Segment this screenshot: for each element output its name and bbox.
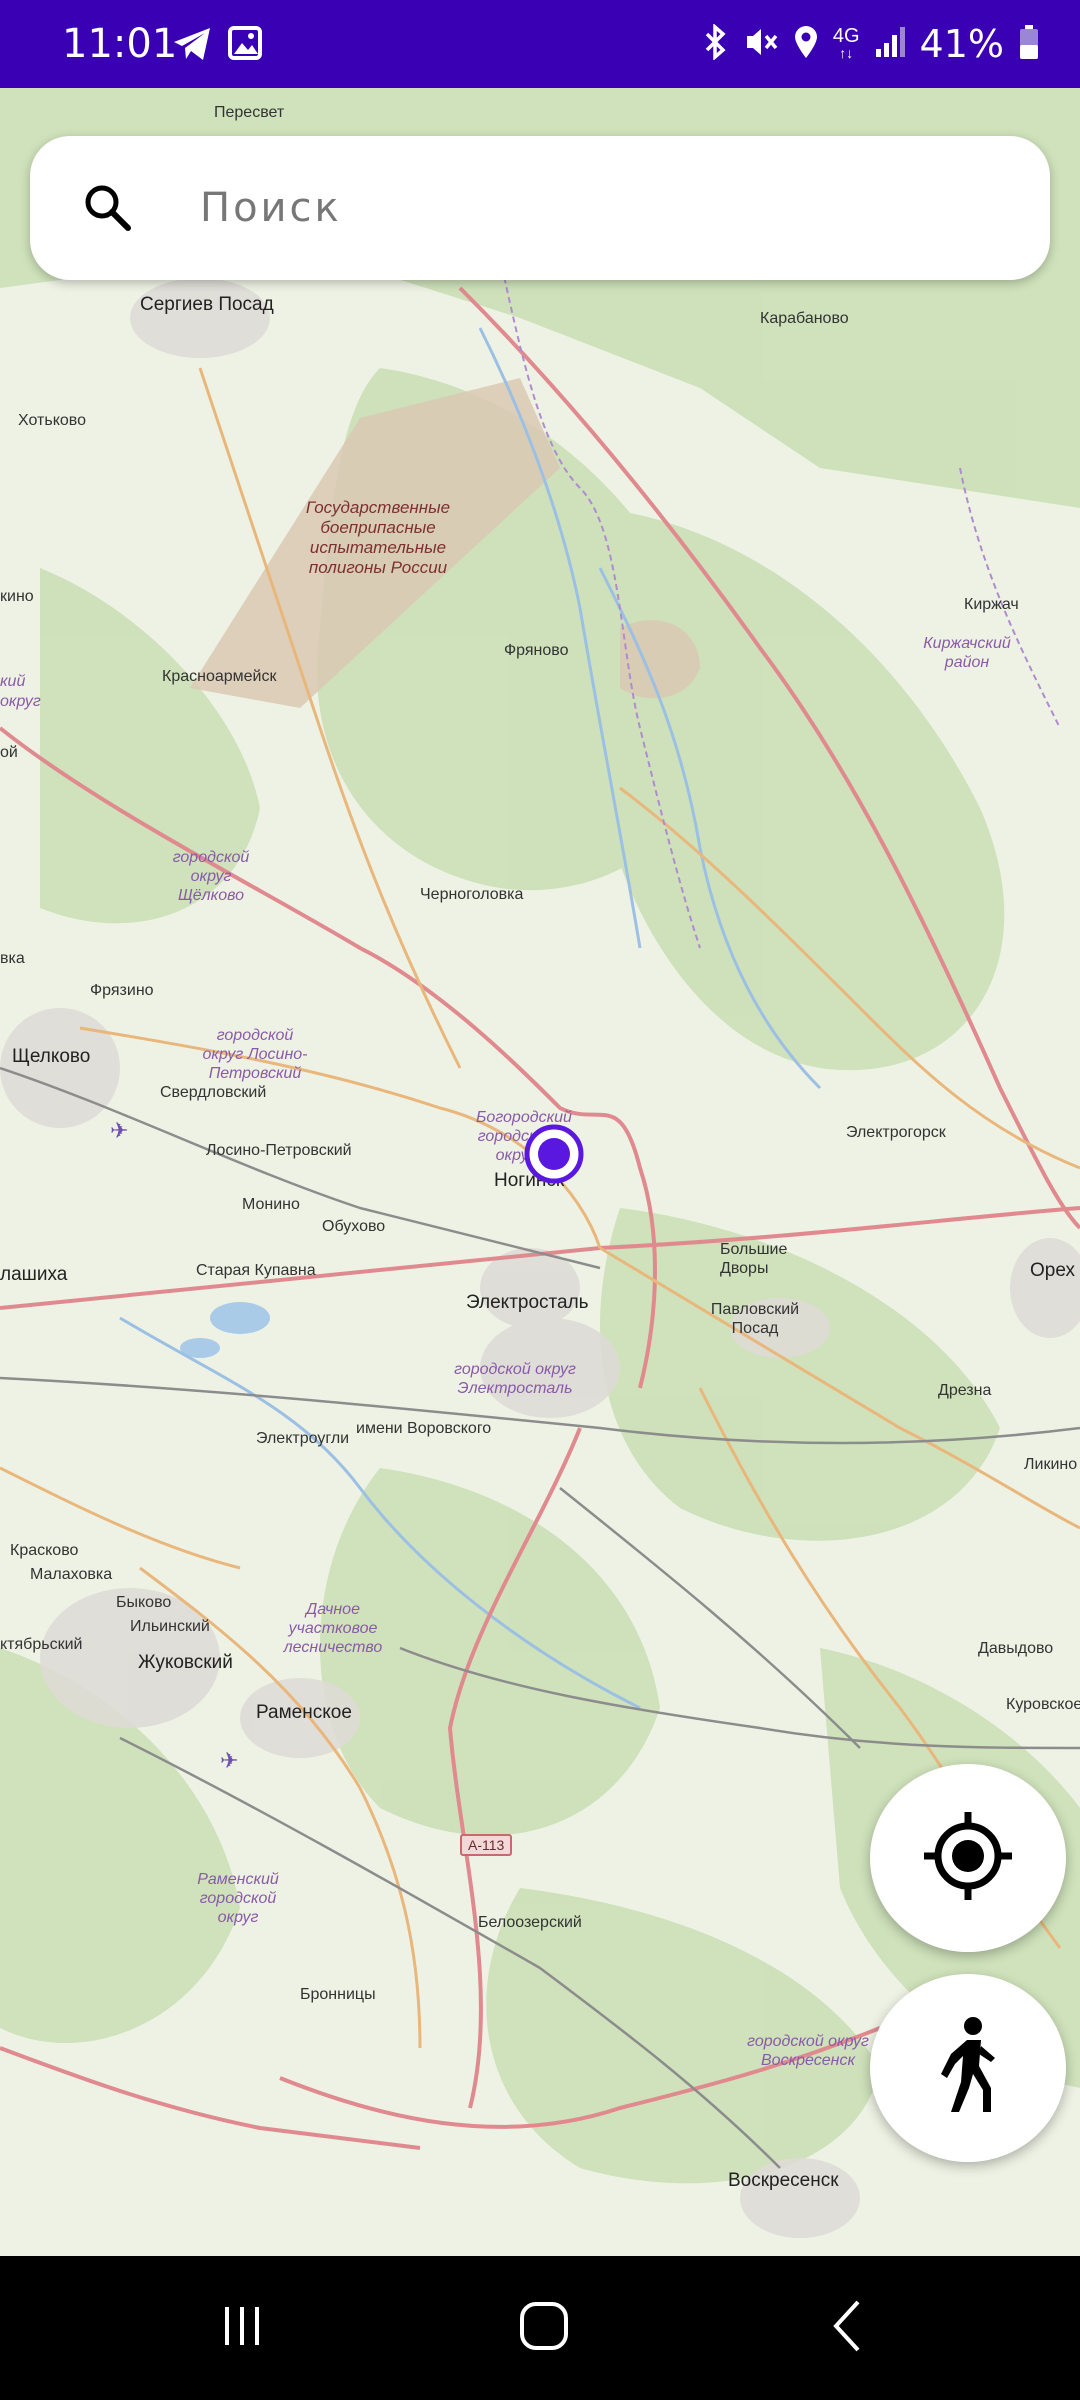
- my-location-button[interactable]: [870, 1764, 1066, 1952]
- map-label-monino: Монино: [242, 1196, 300, 1213]
- map-label-staraya-kupavna: Старая Купавна: [196, 1262, 316, 1279]
- crosshair-icon: [920, 1808, 1016, 1909]
- map-label-kirzhach: Киржач: [964, 596, 1019, 613]
- map-label-bolshie-dvory: Большие Дворы: [720, 1241, 788, 1277]
- map-label-vorovskogo: имени Воровского: [356, 1420, 492, 1437]
- map-label-malakhovka: Малаховка: [30, 1566, 113, 1583]
- map-label-karabanovo: Карабаново: [760, 310, 849, 327]
- recents-button[interactable]: [152, 2256, 332, 2400]
- status-time: 11:01: [62, 21, 178, 67]
- home-button[interactable]: [454, 2256, 634, 2400]
- status-left-icons: [172, 26, 262, 67]
- map-label-voskresensk-okrug: городской округ Воскресенск: [747, 2033, 869, 2069]
- walking-mode-button[interactable]: [870, 1974, 1066, 2162]
- network-label: 4G: [832, 25, 860, 47]
- map-label-polygon: Государственные боеприпасные испытательн…: [305, 498, 451, 577]
- battery-icon: [1018, 24, 1040, 65]
- map-label-khotkovo: Хотьково: [18, 412, 86, 429]
- map-label-elektrostal: Электросталь: [466, 1292, 589, 1313]
- walking-person-icon: [933, 2016, 1003, 2121]
- recents-icon: [217, 2301, 267, 2356]
- map-label-krasnoarmeysk: Красноармейск: [162, 668, 277, 685]
- airport-icon: ✈: [220, 1748, 239, 1773]
- map-label-elektrogorsk: Электрогорск: [846, 1124, 946, 1141]
- home-icon: [518, 2300, 570, 2357]
- map-label-bykovo: Быково: [116, 1594, 172, 1611]
- battery-percent: 41%: [919, 22, 1004, 66]
- map-label-dachnoe: Дачное участковое лесничество: [283, 1601, 383, 1656]
- map-label-voskresensk: Воскресенск: [728, 2170, 839, 2191]
- map-label-obukhovo: Обухово: [322, 1218, 386, 1235]
- status-bar: 11:01 4G ↑↓ 41%: [0, 0, 1080, 88]
- map-label-losino-okrug: городской округ Лосино-Петровский: [202, 1027, 308, 1082]
- bluetooth-icon: [703, 22, 729, 65]
- location-icon: [793, 24, 819, 65]
- map-label-drezna: Дрезна: [938, 1382, 992, 1399]
- map-label-balashikha: лашиха: [0, 1264, 68, 1285]
- search-bar[interactable]: Поиск: [30, 136, 1050, 280]
- map-label-davydovo: Давыдово: [978, 1640, 1054, 1657]
- map-label-edge-oy: ой: [0, 744, 18, 761]
- map-label-kirzhach-rayon: Киржачский район: [923, 635, 1011, 671]
- map-label-elektrougli: Электроугли: [256, 1430, 350, 1447]
- vibrate-icon: [743, 24, 779, 65]
- telegram-icon: [172, 26, 212, 67]
- map-label-fryazino: Фрязино: [90, 982, 154, 999]
- map-label-beloozersky: Белоозерский: [478, 1914, 582, 1931]
- user-location-marker[interactable]: [523, 1123, 585, 1185]
- map-label-edge-kiy: кий: [0, 673, 26, 690]
- back-button[interactable]: [758, 2256, 938, 2400]
- airport-icon: ✈: [110, 1118, 129, 1143]
- gallery-icon: [228, 26, 262, 67]
- map-label-orekhovo: Орех: [1030, 1260, 1075, 1281]
- map-label-oktyabrsky: ктябрьский: [0, 1636, 83, 1653]
- map-label-sergiev-posad: Сергиев Посад: [140, 294, 274, 315]
- map-label-shchelkovo: Щелково: [12, 1046, 91, 1067]
- map-label-chernogolovka: Черноголовка: [420, 886, 524, 903]
- road-badge-a113: А-113: [460, 1834, 513, 1856]
- map-label-ilyinsky: Ильинский: [130, 1618, 210, 1635]
- map-label-kraskovo: Красково: [10, 1542, 79, 1559]
- signal-icon: [874, 25, 906, 64]
- map-label-likino: Ликино: [1024, 1456, 1078, 1473]
- system-nav-bar: [0, 2256, 1080, 2400]
- map-label-bronnitsy: Бронницы: [300, 1986, 376, 2003]
- map-label-edge-kino: кино: [0, 588, 34, 605]
- map-label-peresvet: Пересвет: [214, 104, 285, 121]
- map-label-kurovskoe: Куровское: [1006, 1696, 1080, 1713]
- search-input[interactable]: Поиск: [200, 136, 342, 280]
- back-icon: [828, 2298, 868, 2359]
- network-4g-icon: 4G ↑↓: [832, 25, 860, 61]
- map-label-zhukovsky: Жуковский: [138, 1652, 233, 1673]
- map-label-shchelkovo-okrug: городской округ Щёлково: [172, 849, 250, 904]
- map-label-ramenskoe: Раменское: [256, 1702, 352, 1723]
- map-label-elektrostal-okrug: городской округ Электросталь: [454, 1361, 576, 1397]
- map-label-ramensky-okrug: Раменский городской округ: [197, 1871, 279, 1926]
- map-label-fryanovo: Фряново: [504, 642, 569, 659]
- map-label-losino-petrovsky: Лосино-Петровский: [206, 1142, 352, 1159]
- status-right-icons: 4G ↑↓ 41%: [703, 0, 1040, 88]
- map-label-pavlovsky-posad: Павловский Посад: [710, 1301, 800, 1337]
- search-icon[interactable]: [80, 180, 136, 236]
- map-label-sverdlovsky: Свердловский: [160, 1084, 267, 1101]
- map-label-edge-okrug: округ: [0, 693, 41, 710]
- map-label-edge-vka: вка: [0, 950, 25, 967]
